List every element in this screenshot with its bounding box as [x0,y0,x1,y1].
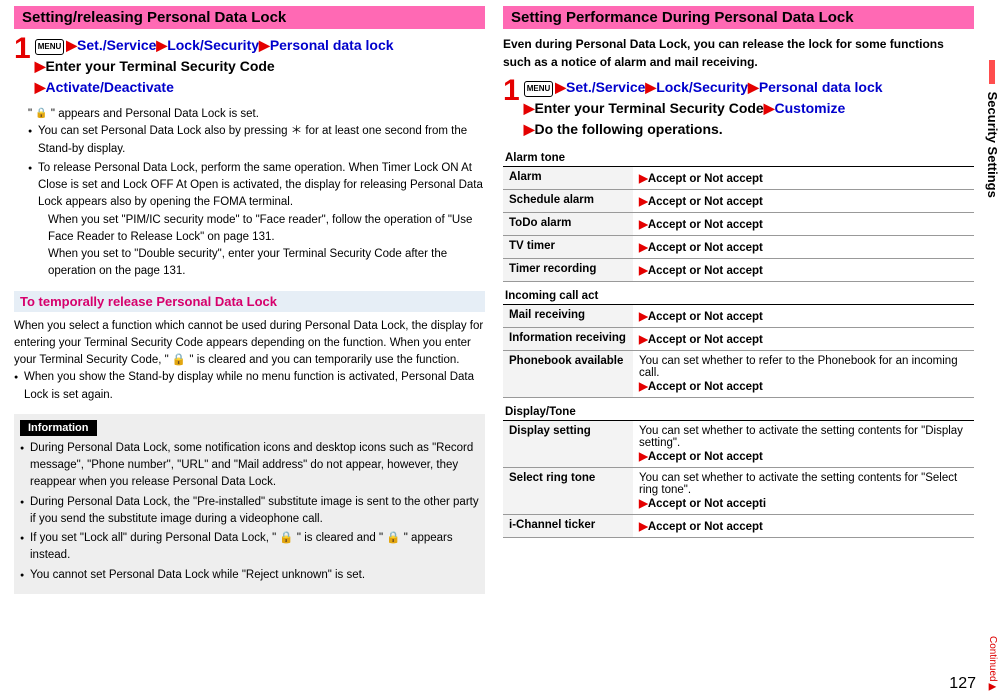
step-number: 1 [14,35,31,98]
triangle-icon: ▶ [66,37,77,53]
settings-table: Alarm▶Accept or Not acceptSchedule alarm… [503,167,974,282]
side-tab-label: Security Settings [985,92,1000,198]
section-bar-right: Setting Performance During Personal Data… [503,6,974,29]
table-row: Alarm▶Accept or Not accept [503,167,974,190]
nav-set-service: Set./Service [566,79,645,95]
settings-table: Mail receiving▶Accept or Not acceptInfor… [503,305,974,398]
menu-icon: MENU [35,39,65,55]
notes-block: " 🔒 " appears and Personal Data Lock is … [28,106,485,281]
side-tab-accent [989,60,995,84]
info-item: You cannot set Personal Data Lock while … [20,567,479,584]
nav-do-following: Do the following operations. [534,121,722,137]
note-sub: When you set "PIM/IC security mode" to "… [48,212,485,247]
table-section-label: Alarm tone [503,148,974,167]
setting-value: ▶Accept or Not accept [633,305,974,328]
setting-key: Alarm [503,167,633,190]
information-label: Information [20,420,97,436]
triangle-icon: ▶ [555,79,566,95]
left-column: Setting/releasing Personal Data Lock 1 M… [14,6,485,594]
table-row: Phonebook availableYou can set whether t… [503,351,974,398]
triangle-icon: ▶ [748,79,759,95]
settings-table: Display settingYou can set whether to ac… [503,421,974,538]
step-1-right: 1 MENU▶Set./Service▶Lock/Security▶Person… [503,77,974,140]
paragraph-bullet: When you show the Stand-by display while… [14,369,485,404]
table-section-label: Display/Tone [503,402,974,421]
note-intro: appears and Personal Data Lock is set. [58,108,259,120]
right-column: Setting Performance During Personal Data… [503,6,974,594]
table-row: Mail receiving▶Accept or Not accept [503,305,974,328]
setting-value: ▶Accept or Not accept [633,515,974,538]
side-tab-security: Security Settings [985,60,1000,198]
note-item: To release Personal Data Lock, perform t… [28,160,485,281]
intro-text: Even during Personal Data Lock, you can … [503,35,974,71]
table-row: Information receiving▶Accept or Not acce… [503,328,974,351]
nav-customize: Customize [775,100,846,116]
setting-key: TV timer [503,236,633,259]
setting-key: Select ring tone [503,468,633,515]
table-row: i-Channel ticker▶Accept or Not accept [503,515,974,538]
sub-heading-temp-release: To temporally release Personal Data Lock [14,291,485,312]
section-bar-left: Setting/releasing Personal Data Lock [14,6,485,29]
triangle-icon: ▶ [259,37,270,53]
setting-value: ▶Accept or Not accept [633,328,974,351]
note-item: You can set Personal Data Lock also by p… [28,123,485,158]
info-item: During Personal Data Lock, the "Pre-inst… [20,494,479,529]
setting-key: ToDo alarm [503,213,633,236]
triangle-icon: ▶ [156,37,167,53]
continued-label: Continued▶ [987,636,998,693]
setting-key: Phonebook available [503,351,633,398]
table-row: ToDo alarm▶Accept or Not accept [503,213,974,236]
table-row: Schedule alarm▶Accept or Not accept [503,190,974,213]
setting-key: Timer recording [503,259,633,282]
table-row: TV timer▶Accept or Not accept [503,236,974,259]
setting-value: ▶Accept or Not accept [633,167,974,190]
nav-lock-security: Lock/Security [167,37,259,53]
nav-activate: Activate/Deactivate [45,79,173,95]
nav-set-service: Set./Service [77,37,156,53]
info-item: If you set "Lock all" during Personal Da… [20,530,479,565]
setting-value: You can set whether to activate the sett… [633,468,974,515]
triangle-icon: ▶ [35,79,46,95]
setting-value: You can set whether to activate the sett… [633,421,974,468]
setting-key: Schedule alarm [503,190,633,213]
triangle-icon: ▶ [764,100,775,116]
table-row: Timer recording▶Accept or Not accept [503,259,974,282]
step-1-left: 1 MENU▶Set./Service▶Lock/Security▶Person… [14,35,485,98]
setting-key: Information receiving [503,328,633,351]
page-number: 127 [949,675,976,693]
triangle-icon: ▶ [524,100,535,116]
nav-lock-security: Lock/Security [656,79,748,95]
setting-key: Mail receiving [503,305,633,328]
nav-enter-code: Enter your Terminal Security Code [45,58,274,74]
info-item: During Personal Data Lock, some notifica… [20,440,479,492]
information-box: Information During Personal Data Lock, s… [14,414,485,594]
table-section-label: Incoming call act [503,286,974,305]
triangle-icon: ▶ [645,79,656,95]
setting-value: ▶Accept or Not accept [633,213,974,236]
setting-key: Display setting [503,421,633,468]
setting-value: ▶Accept or Not accept [633,190,974,213]
paragraph: When you select a function which cannot … [14,318,485,370]
triangle-icon: ▶ [524,121,535,137]
table-row: Select ring toneYou can set whether to a… [503,468,974,515]
nav-personal-data-lock: Personal data lock [270,37,394,53]
lock-icon: 🔒 [35,108,47,119]
step-number: 1 [503,77,520,140]
note-sub: When you set to "Double security", enter… [48,246,485,281]
menu-icon: MENU [524,81,554,97]
nav-personal-data-lock: Personal data lock [759,79,883,95]
table-row: Display settingYou can set whether to ac… [503,421,974,468]
nav-enter-code: Enter your Terminal Security Code [534,100,763,116]
setting-value: ▶Accept or Not accept [633,236,974,259]
setting-value: You can set whether to refer to the Phon… [633,351,974,398]
setting-value: ▶Accept or Not accept [633,259,974,282]
triangle-icon: ▶ [35,58,46,74]
setting-key: i-Channel ticker [503,515,633,538]
